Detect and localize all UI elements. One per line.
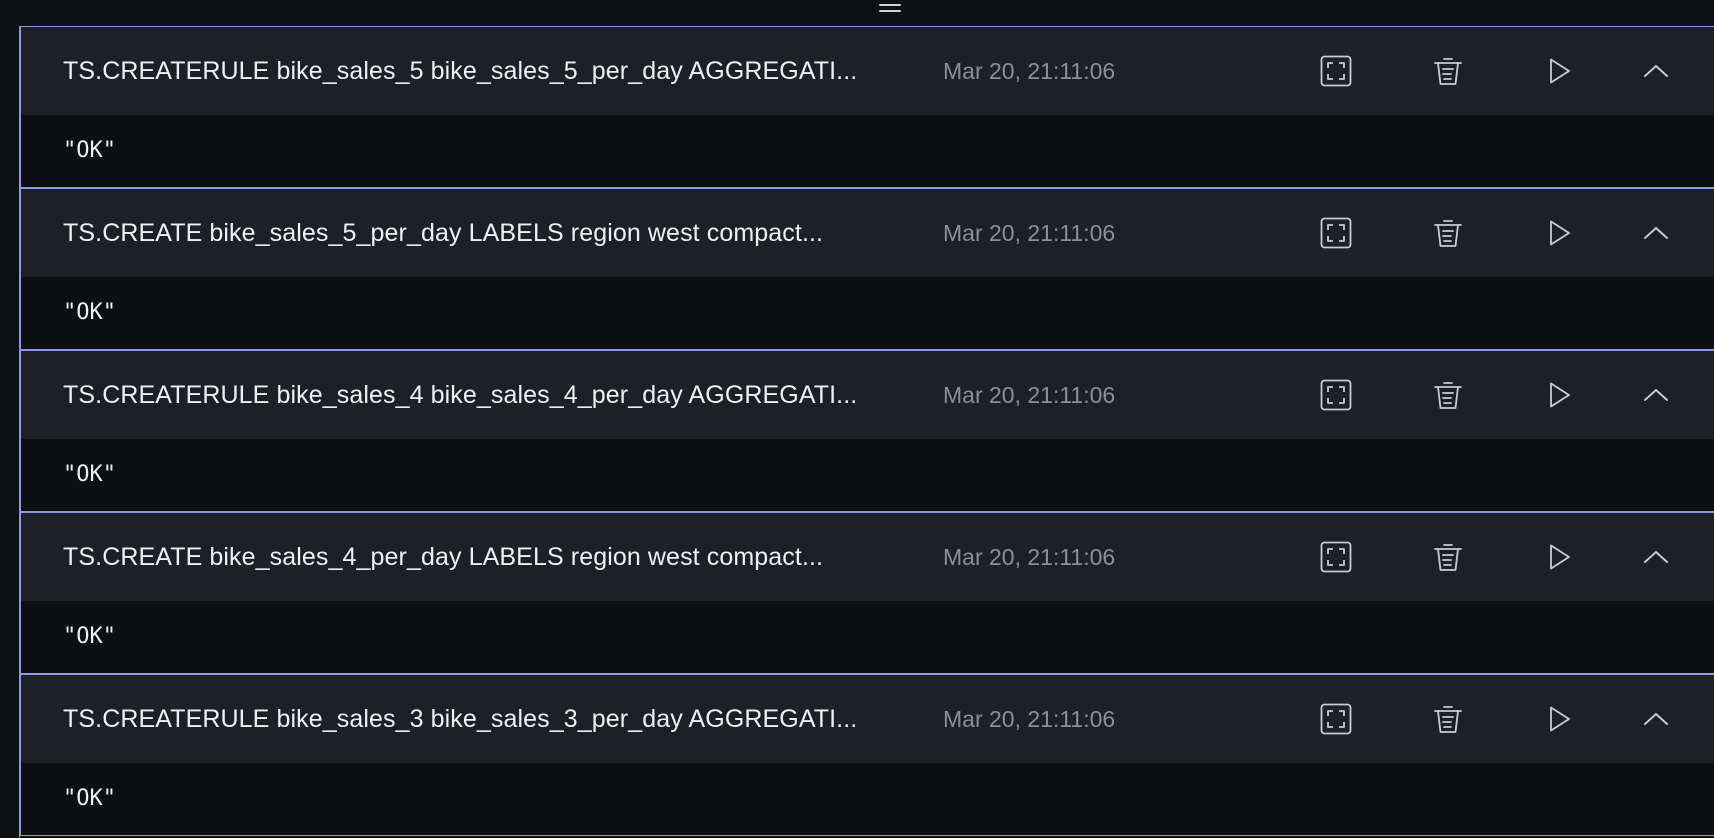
collapse-result-button[interactable] [1638, 701, 1674, 737]
trash-icon [1433, 379, 1463, 411]
rerun-command-button[interactable] [1542, 701, 1578, 737]
history-entry: TS.CREATE bike_sales_5_per_day LABELS re… [20, 188, 1714, 350]
delete-command-button[interactable] [1430, 701, 1466, 737]
command-timestamp: Mar 20, 21:11:06 [943, 544, 1116, 570]
result-text: "OK" [63, 462, 116, 487]
delete-command-button[interactable] [1430, 539, 1466, 575]
rerun-command-button[interactable] [1542, 539, 1578, 575]
history-entry-header[interactable]: TS.CREATERULE bike_sales_4 bike_sales_4_… [21, 351, 1714, 439]
fullscreen-button[interactable] [1318, 53, 1354, 89]
workbench-history-panel: TS.CREATERULE bike_sales_5 bike_sales_5_… [0, 0, 1714, 838]
trash-icon [1433, 217, 1463, 249]
history-entry-header[interactable]: TS.CREATE bike_sales_4_per_day LABELS re… [21, 513, 1714, 601]
play-icon [1548, 705, 1572, 733]
trash-icon [1433, 541, 1463, 573]
command-text[interactable]: TS.CREATERULE bike_sales_3 bike_sales_3_… [63, 675, 857, 763]
delete-command-button[interactable] [1430, 215, 1466, 251]
result-text: "OK" [63, 624, 116, 649]
fullscreen-icon [1320, 217, 1352, 249]
result-text: "OK" [63, 786, 116, 811]
result-text: "OK" [63, 138, 116, 163]
rerun-command-button[interactable] [1542, 215, 1578, 251]
play-icon [1548, 57, 1572, 85]
fullscreen-icon [1320, 55, 1352, 87]
command-history-list: TS.CREATERULE bike_sales_5 bike_sales_5_… [20, 26, 1714, 838]
collapse-result-button[interactable] [1638, 53, 1674, 89]
fullscreen-button[interactable] [1318, 701, 1354, 737]
fullscreen-button[interactable] [1318, 215, 1354, 251]
play-icon [1548, 219, 1572, 247]
command-text[interactable]: TS.CREATERULE bike_sales_4 bike_sales_4_… [63, 351, 857, 439]
fullscreen-button[interactable] [1318, 539, 1354, 575]
command-text[interactable]: TS.CREATERULE bike_sales_5 bike_sales_5_… [63, 27, 857, 115]
rerun-command-button[interactable] [1542, 53, 1578, 89]
collapse-result-button[interactable] [1638, 215, 1674, 251]
history-entry-header[interactable]: TS.CREATERULE bike_sales_3 bike_sales_3_… [21, 675, 1714, 763]
history-entry-header[interactable]: TS.CREATERULE bike_sales_5 bike_sales_5_… [21, 27, 1714, 115]
trash-icon [1433, 703, 1463, 735]
command-result: "OK" [21, 439, 1714, 511]
command-result: "OK" [21, 115, 1714, 187]
result-text: "OK" [63, 300, 116, 325]
history-entry: TS.CREATERULE bike_sales_4 bike_sales_4_… [20, 350, 1714, 512]
history-entry: TS.CREATERULE bike_sales_5 bike_sales_5_… [20, 26, 1714, 188]
collapse-result-button[interactable] [1638, 539, 1674, 575]
delete-command-button[interactable] [1430, 377, 1466, 413]
chevron-up-icon [1642, 224, 1670, 242]
drag-handle-line-icon [879, 10, 901, 12]
play-icon [1548, 381, 1572, 409]
fullscreen-icon [1320, 703, 1352, 735]
fullscreen-button[interactable] [1318, 377, 1354, 413]
command-timestamp: Mar 20, 21:11:06 [943, 58, 1116, 84]
chevron-up-icon [1642, 548, 1670, 566]
command-text[interactable]: TS.CREATE bike_sales_5_per_day LABELS re… [63, 189, 823, 277]
command-result: "OK" [21, 763, 1714, 835]
command-text[interactable]: TS.CREATE bike_sales_4_per_day LABELS re… [63, 513, 823, 601]
delete-command-button[interactable] [1430, 53, 1466, 89]
resize-drag-handle[interactable] [0, 0, 1714, 26]
drag-handle-line-icon [879, 4, 901, 6]
command-timestamp: Mar 20, 21:11:06 [943, 706, 1116, 732]
play-icon [1548, 543, 1572, 571]
command-result: "OK" [21, 601, 1714, 673]
collapse-result-button[interactable] [1638, 377, 1674, 413]
command-timestamp: Mar 20, 21:11:06 [943, 220, 1116, 246]
chevron-up-icon [1642, 62, 1670, 80]
chevron-up-icon [1642, 386, 1670, 404]
command-timestamp: Mar 20, 21:11:06 [943, 382, 1116, 408]
history-entry-header[interactable]: TS.CREATE bike_sales_5_per_day LABELS re… [21, 189, 1714, 277]
fullscreen-icon [1320, 379, 1352, 411]
history-entry: TS.CREATE bike_sales_4_per_day LABELS re… [20, 512, 1714, 674]
command-result: "OK" [21, 277, 1714, 349]
history-entry: TS.CREATERULE bike_sales_3 bike_sales_3_… [20, 674, 1714, 836]
fullscreen-icon [1320, 541, 1352, 573]
chevron-up-icon [1642, 710, 1670, 728]
trash-icon [1433, 55, 1463, 87]
rerun-command-button[interactable] [1542, 377, 1578, 413]
